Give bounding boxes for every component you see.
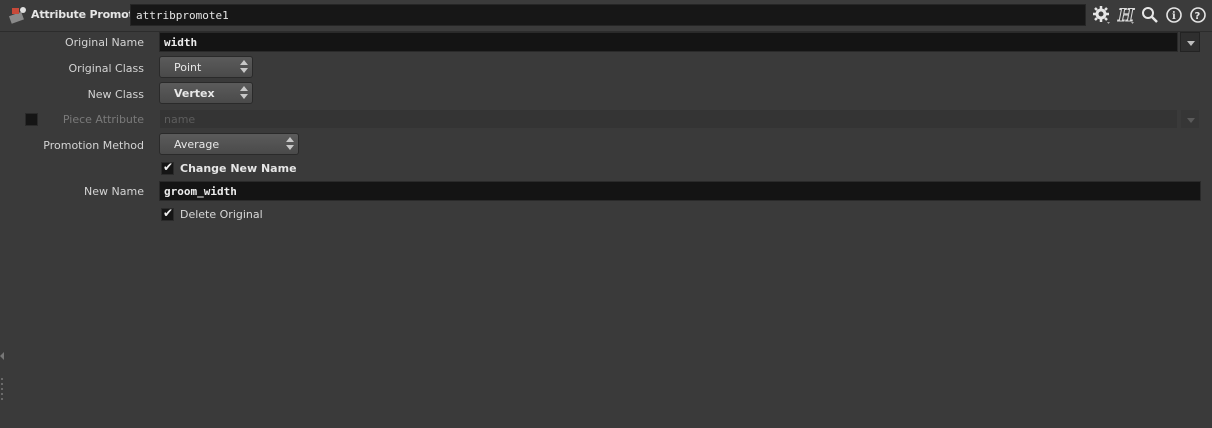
original-name-dropdown-button[interactable] <box>1180 32 1200 52</box>
up-down-arrows-icon <box>240 86 248 100</box>
up-down-arrows-icon <box>240 60 248 74</box>
node-name-text: attribpromote1 <box>136 9 229 22</box>
piece-attribute-input: name <box>159 109 1178 129</box>
question-icon[interactable]: ? <box>1188 5 1208 25</box>
promotion-method-menu[interactable]: Average <box>159 133 299 155</box>
parameter-header: Attribute Promote attribpromote1 H i ? <box>0 0 1212 32</box>
search-icon[interactable] <box>1140 5 1160 25</box>
node-name-input[interactable]: attribpromote1 <box>130 4 1086 26</box>
splitter-grip[interactable] <box>0 375 6 425</box>
original-class-menu[interactable]: Point <box>159 56 253 78</box>
promotion-method-label: Promotion Method <box>43 139 144 152</box>
new-name-value: groom_width <box>164 185 237 198</box>
new-class-menu[interactable]: Vertex <box>159 82 253 104</box>
up-down-arrows-icon <box>286 137 294 151</box>
original-name-value: width <box>164 36 198 49</box>
new-class-value: Vertex <box>174 87 215 100</box>
original-name-label: Original Name <box>65 36 144 49</box>
gear-icon[interactable] <box>1092 5 1112 25</box>
change-new-name-label: Change New Name <box>180 162 297 175</box>
info-icon[interactable]: i <box>1164 5 1184 25</box>
change-new-name-checkbox[interactable] <box>161 160 174 175</box>
new-name-label: New Name <box>84 185 144 198</box>
original-name-input[interactable]: width <box>159 32 1178 52</box>
help-h-icon[interactable]: H <box>1116 5 1136 26</box>
piece-attribute-label: Piece Attribute <box>62 113 144 126</box>
piece-attribute-dropdown-button <box>1180 109 1200 129</box>
new-class-label: New Class <box>87 88 144 101</box>
original-class-value: Point <box>174 61 202 74</box>
new-name-input[interactable]: groom_width <box>159 181 1201 201</box>
svg-text:i: i <box>1172 11 1176 22</box>
attribute-promote-node-icon <box>8 5 28 25</box>
piece-attribute-toggle[interactable] <box>25 113 38 126</box>
promotion-method-value: Average <box>174 138 220 151</box>
delete-original-checkbox[interactable] <box>161 206 174 221</box>
piece-attribute-placeholder: name <box>164 113 196 126</box>
delete-original-label: Delete Original <box>180 208 263 221</box>
node-type-label: Attribute Promote <box>31 8 141 21</box>
svg-text:?: ? <box>1195 11 1201 22</box>
collapse-arrow-icon[interactable] <box>0 352 4 360</box>
original-class-label: Original Class <box>68 62 144 75</box>
